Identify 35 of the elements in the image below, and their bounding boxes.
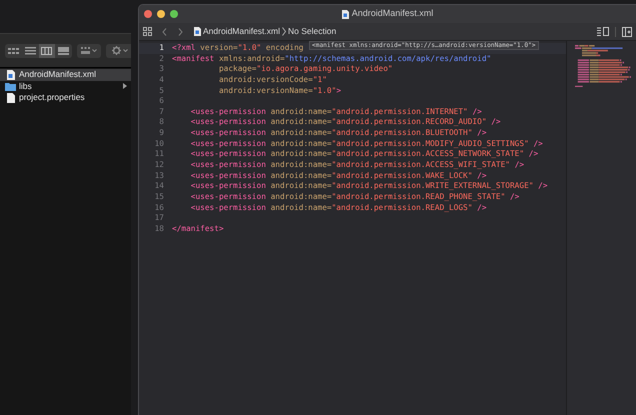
gear-icon bbox=[112, 46, 121, 55]
file-row[interactable]: libs bbox=[0, 80, 131, 92]
file-row[interactable]: AndroidManifest.xml bbox=[0, 69, 131, 80]
file-name: libs bbox=[19, 80, 33, 93]
chevron-down-icon bbox=[123, 49, 128, 52]
file-icon bbox=[6, 70, 14, 80]
column-view-icon bbox=[40, 46, 54, 56]
view-mode-button[interactable] bbox=[38, 44, 56, 58]
icon-view-icon bbox=[6, 46, 20, 56]
window-title: AndroidManifest.xml bbox=[352, 7, 434, 20]
grid-icon[interactable] bbox=[143, 27, 152, 36]
close-button[interactable] bbox=[144, 10, 152, 18]
group-button[interactable] bbox=[77, 44, 101, 58]
chevron-right-icon bbox=[282, 27, 286, 36]
document-icon bbox=[6, 92, 14, 103]
file-row[interactable]: project.properties bbox=[0, 92, 131, 104]
editor-options-icon[interactable] bbox=[597, 27, 609, 36]
gallery-view-icon bbox=[57, 46, 70, 56]
file-icon bbox=[342, 10, 349, 18]
list-view-icon bbox=[24, 46, 37, 56]
minimap-drawing bbox=[575, 45, 631, 88]
minimize-button[interactable] bbox=[157, 10, 165, 18]
action-button[interactable] bbox=[106, 44, 131, 58]
forward-icon[interactable] bbox=[178, 28, 183, 36]
breadcrumb-item[interactable]: No Selection bbox=[288, 25, 336, 38]
zoom-button[interactable] bbox=[170, 10, 178, 18]
file-icon bbox=[194, 27, 201, 36]
grid-icon bbox=[81, 47, 90, 54]
chevron-down-icon bbox=[92, 49, 97, 52]
back-icon[interactable] bbox=[162, 28, 167, 36]
disclosure-arrow-icon bbox=[123, 83, 127, 90]
file-name: AndroidManifest.xml bbox=[19, 68, 98, 82]
file-name: project.properties bbox=[19, 91, 86, 104]
inspector-toggle-icon[interactable] bbox=[622, 26, 632, 36]
breadcrumb-item[interactable]: AndroidManifest.xml bbox=[203, 25, 280, 38]
